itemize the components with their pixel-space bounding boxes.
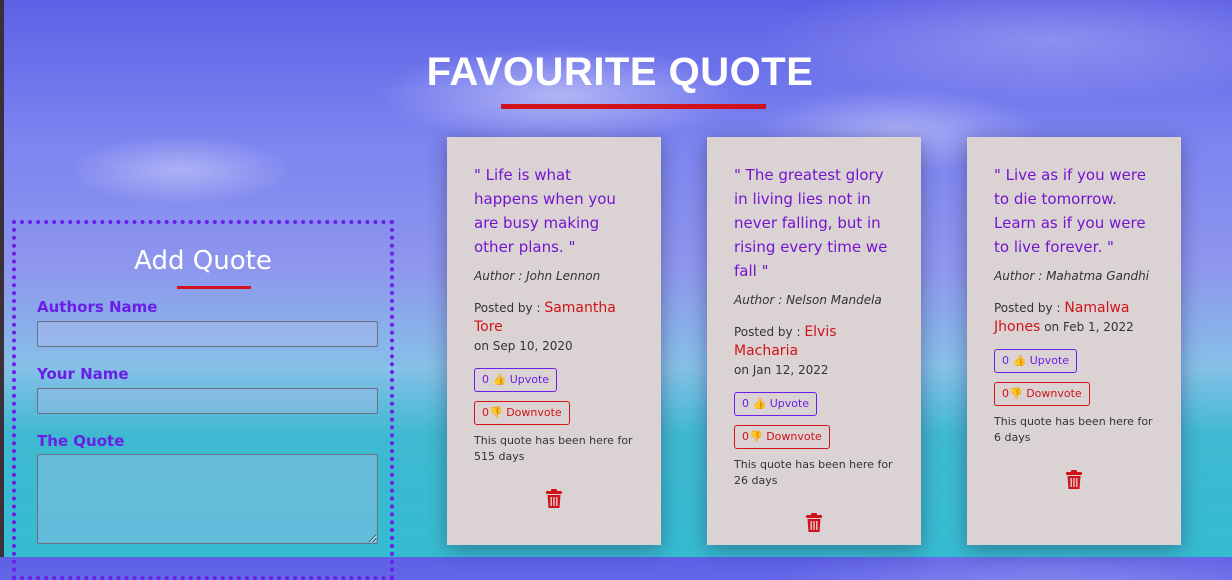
posted-by: Posted by : Elvis Macharia on Jan 12, 202…	[734, 323, 894, 380]
quote-card: " Live as if you were to die tomorrow. L…	[967, 137, 1181, 545]
posted-by: Posted by : Samantha Tore on Sep 10, 2020	[474, 299, 634, 356]
trash-icon	[806, 513, 822, 532]
delete-button[interactable]	[734, 513, 894, 537]
posted-by-label: Posted by :	[994, 301, 1065, 315]
thumbs-up-icon: 👍	[1012, 354, 1027, 367]
quote-text: " The greatest glory in living lies not …	[734, 166, 888, 280]
quote-age: This quote has been here for 6 days	[994, 415, 1153, 444]
delete-button[interactable]	[994, 470, 1154, 494]
post-date: on Feb 1, 2022	[1044, 320, 1134, 334]
page-title: FAVOURITE QUOTE	[426, 50, 814, 94]
thumbs-up-icon: 👍	[752, 397, 767, 410]
thumbs-down-icon: 👎	[489, 406, 503, 419]
form-title-underline	[177, 286, 251, 289]
author-name-label: Authors Name	[37, 298, 158, 316]
post-date: on Jan 12, 2022	[734, 363, 829, 377]
upvote-count: 0	[482, 373, 489, 386]
downvote-button[interactable]: 0👎 Downvote	[994, 382, 1090, 406]
downvote-label: Downvote	[766, 430, 822, 443]
downvote-count: 0	[742, 430, 749, 443]
post-date: on Sep 10, 2020	[474, 339, 573, 353]
posted-by-label: Posted by :	[734, 325, 805, 339]
form-title: Add Quote	[134, 246, 272, 276]
upvote-button[interactable]: 0 👍 Upvote	[734, 392, 818, 416]
trash-icon	[546, 489, 562, 508]
upvote-count: 0	[1002, 354, 1009, 367]
upvote-button[interactable]: 0 👍 Upvote	[994, 349, 1078, 373]
downvote-label: Downvote	[1026, 387, 1082, 400]
quote-card: " The greatest glory in living lies not …	[707, 137, 921, 545]
title-underline	[501, 104, 766, 109]
your-name-input[interactable]	[37, 388, 378, 414]
trash-icon	[1066, 470, 1082, 489]
your-name-label: Your Name	[37, 365, 129, 383]
downvote-button[interactable]: 0👎 Downvote	[474, 401, 570, 425]
upvote-count: 0	[742, 397, 749, 410]
quote-text: " Live as if you were to die tomorrow. L…	[994, 166, 1146, 256]
downvote-label: Downvote	[506, 406, 562, 419]
quote-author: Author : Mahatma Gandhi	[994, 269, 1150, 283]
thumbs-up-icon: 👍	[492, 373, 507, 386]
upvote-label: Upvote	[1029, 354, 1070, 367]
thumbs-down-icon: 👎	[749, 430, 763, 443]
upvote-label: Upvote	[769, 397, 810, 410]
delete-button[interactable]	[474, 489, 634, 513]
quote-age: This quote has been here for 515 days	[474, 434, 633, 463]
author-name-input[interactable]	[37, 321, 378, 347]
thumbs-down-icon: 👎	[1009, 387, 1023, 400]
add-quote-form: Add Quote Authors Name Your Name The Quo…	[12, 220, 394, 580]
quote-text: " Life is what happens when you are busy…	[474, 166, 616, 256]
quote-author: Author : John Lennon	[474, 269, 601, 283]
downvote-count: 0	[482, 406, 489, 419]
quote-card: " Life is what happens when you are busy…	[447, 137, 661, 545]
quote-age: This quote has been here for 26 days	[734, 458, 893, 487]
downvote-button[interactable]: 0👎 Downvote	[734, 425, 830, 449]
quote-label: The Quote	[37, 432, 125, 450]
posted-by: Posted by : Namalwa Jhones on Feb 1, 202…	[994, 299, 1154, 337]
downvote-count: 0	[1002, 387, 1009, 400]
upvote-label: Upvote	[509, 373, 550, 386]
posted-by-label: Posted by :	[474, 301, 545, 315]
quote-author: Author : Nelson Mandela	[734, 293, 882, 307]
quote-textarea[interactable]	[37, 454, 378, 544]
upvote-button[interactable]: 0 👍 Upvote	[474, 368, 558, 392]
